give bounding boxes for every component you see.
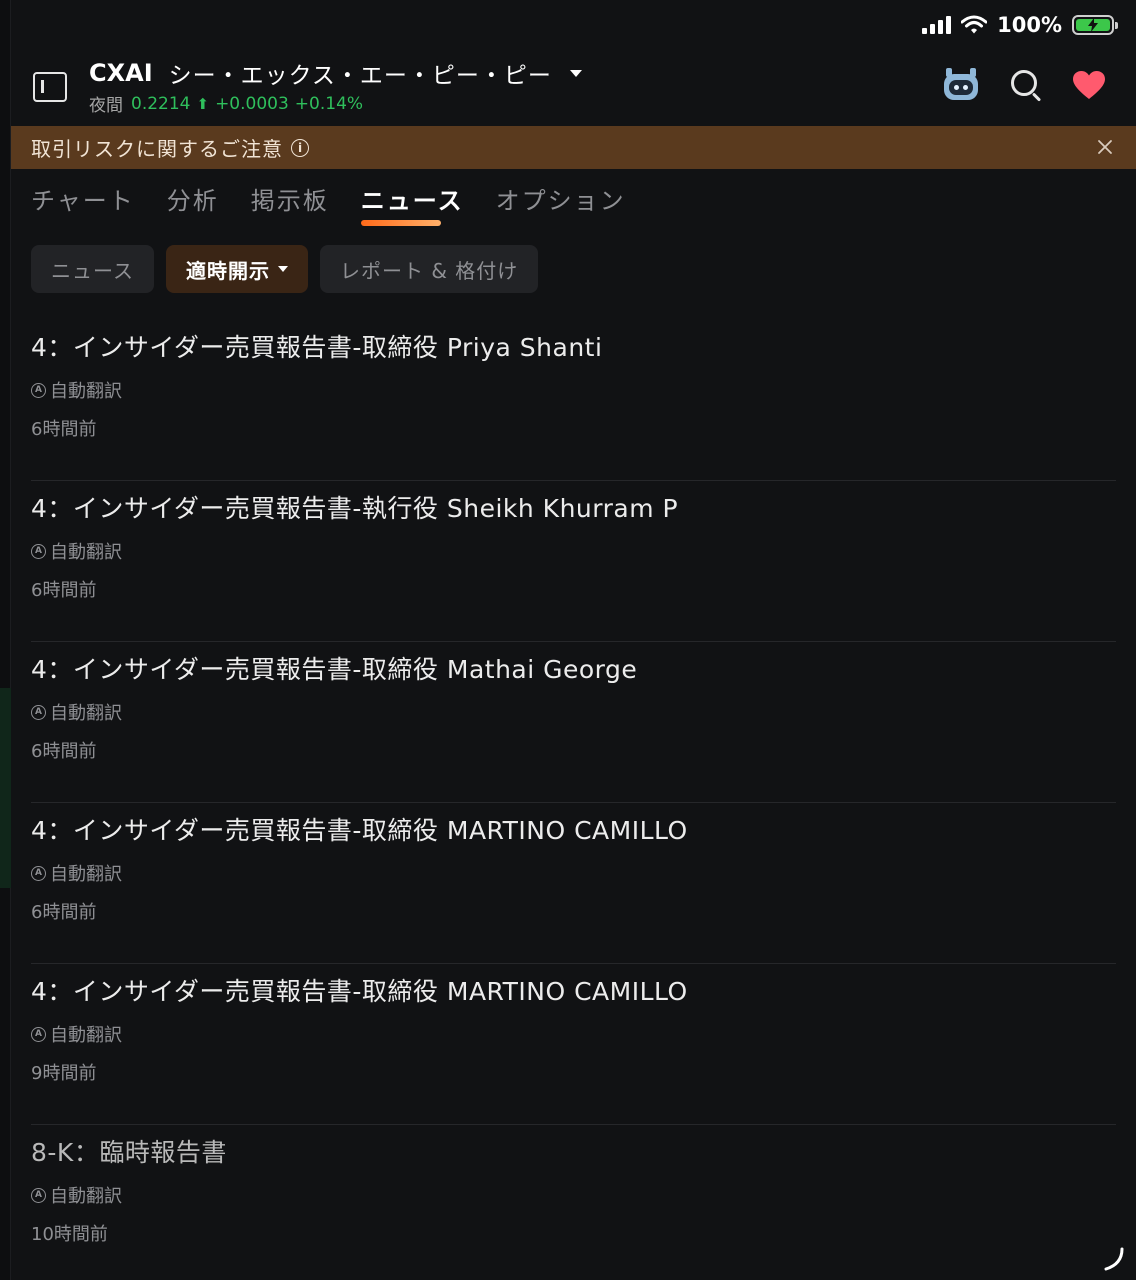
news-item[interactable]: 8-K：臨時報告書 A 自動翻訳 10時間前 [31, 1125, 1116, 1280]
tab-chart[interactable]: チャート [31, 180, 135, 224]
ticker-symbol: CXAI [89, 59, 153, 87]
news-list: 4：インサイダー売買報告書-取締役 Priya Shanti A 自動翻訳 6時間… [31, 320, 1116, 1280]
status-bar: 100% [922, 8, 1118, 42]
tab-news[interactable]: ニュース [360, 180, 464, 226]
news-time: 6時間前 [31, 741, 97, 762]
news-time: 10時間前 [31, 1224, 108, 1245]
chip-news[interactable]: ニュース [31, 245, 154, 293]
company-name: シー・エックス・エー・ピー・ピー [168, 63, 552, 89]
session-label: 夜間 [89, 96, 123, 116]
battery-percentage: 100% [997, 13, 1062, 37]
news-title: 4：インサイダー売買報告書-取締役 Priya Shanti [31, 333, 603, 362]
news-title: 4：インサイダー売買報告書-執行役 Sheikh Khurram P [31, 494, 679, 523]
translate-icon: A [31, 1026, 46, 1042]
translate-icon: A [31, 382, 46, 398]
risk-notice-text: 取引リスクに関するご注意 [31, 137, 283, 161]
active-tab-indicator [360, 220, 441, 226]
translate-icon: A [31, 1187, 46, 1203]
app-screen: 100% CXAI シー・エックス・エー・ピー・ピー 夜間 0.2214 ⬆ +… [0, 0, 1136, 1280]
news-title: 4：インサイダー売買報告書-取締役 Mathai George [31, 655, 638, 684]
sidebar-toggle-icon[interactable] [33, 72, 67, 102]
news-time: 6時間前 [31, 419, 97, 440]
translate-icon: A [31, 704, 46, 720]
left-edge-highlight [0, 688, 11, 888]
news-title: 4：インサイダー売買報告書-取締役 MARTINO CAMILLO [31, 977, 688, 1006]
chip-reports-ratings[interactable]: レポート & 格付け [320, 245, 539, 293]
news-item[interactable]: 4：インサイダー売買報告書-執行役 Sheikh Khurram P A 自動翻訳… [31, 481, 1116, 642]
main-tabs: チャート 分析 掲示板 ニュース オプション [31, 180, 658, 226]
chevron-down-icon [278, 266, 288, 272]
news-title: 8-K：臨時報告書 [31, 1138, 227, 1167]
auto-translate-label: A 自動翻訳 [31, 699, 122, 725]
risk-notice-banner[interactable]: 取引リスクに関するご注意 i [11, 126, 1136, 169]
close-icon[interactable] [1096, 138, 1114, 156]
last-price: 0.2214 [131, 93, 191, 114]
tab-options[interactable]: オプション [496, 180, 626, 224]
header-actions [942, 68, 1106, 102]
news-item[interactable]: 4：インサイダー売買報告書-取締役 MARTINO CAMILLO A 自動翻訳 … [31, 964, 1116, 1125]
up-arrow-icon: ⬆ [196, 94, 210, 113]
tab-analysis[interactable]: 分析 [167, 180, 219, 224]
news-filter-chips: ニュース 適時開示 レポート & 格付け [31, 245, 539, 293]
chevron-down-icon [569, 69, 582, 77]
auto-translate-label: A 自動翻訳 [31, 538, 122, 564]
news-time: 6時間前 [31, 902, 97, 923]
search-icon[interactable] [1010, 69, 1042, 102]
auto-translate-label: A 自動翻訳 [31, 1182, 122, 1208]
battery-icon [1072, 15, 1118, 35]
chip-filings-dropdown[interactable]: 適時開示 [166, 245, 308, 293]
favorite-heart-icon[interactable] [1072, 70, 1106, 100]
news-title: 4：インサイダー売買報告書-取締役 MARTINO CAMILLO [31, 816, 688, 845]
news-time: 6時間前 [31, 580, 97, 601]
resize-handle-icon[interactable] [1100, 1246, 1126, 1272]
translate-icon: A [31, 543, 46, 559]
translate-icon: A [31, 865, 46, 881]
wifi-icon [961, 15, 988, 34]
left-edge-panel [0, 0, 11, 1280]
battery-fill [1076, 18, 1110, 32]
cellular-signal-icon [922, 16, 952, 34]
charging-bolt-icon [1088, 18, 1098, 32]
tab-board[interactable]: 掲示板 [251, 180, 329, 224]
stock-title-dropdown[interactable]: CXAI シー・エックス・エー・ピー・ピー [89, 56, 582, 90]
auto-translate-label: A 自動翻訳 [31, 860, 122, 886]
news-item[interactable]: 4：インサイダー売買報告書-取締役 Mathai George A 自動翻訳 6時… [31, 642, 1116, 803]
auto-translate-label: A 自動翻訳 [31, 1021, 122, 1047]
price-change: +0.0003 [215, 93, 289, 114]
news-item[interactable]: 4：インサイダー売買報告書-取締役 Priya Shanti A 自動翻訳 6時間… [31, 320, 1116, 481]
ai-assistant-robot-icon[interactable] [942, 68, 980, 102]
news-item[interactable]: 4：インサイダー売買報告書-取締役 MARTINO CAMILLO A 自動翻訳 … [31, 803, 1116, 964]
info-icon[interactable]: i [291, 138, 309, 157]
news-time: 9時間前 [31, 1063, 97, 1084]
price-change-pct: +0.14% [294, 93, 364, 114]
price-quote: 夜間 0.2214 ⬆ +0.0003 +0.14% [89, 91, 364, 117]
stock-header: CXAI シー・エックス・エー・ピー・ピー 夜間 0.2214 ⬆ +0.000… [11, 48, 1136, 126]
auto-translate-label: A 自動翻訳 [31, 377, 122, 403]
